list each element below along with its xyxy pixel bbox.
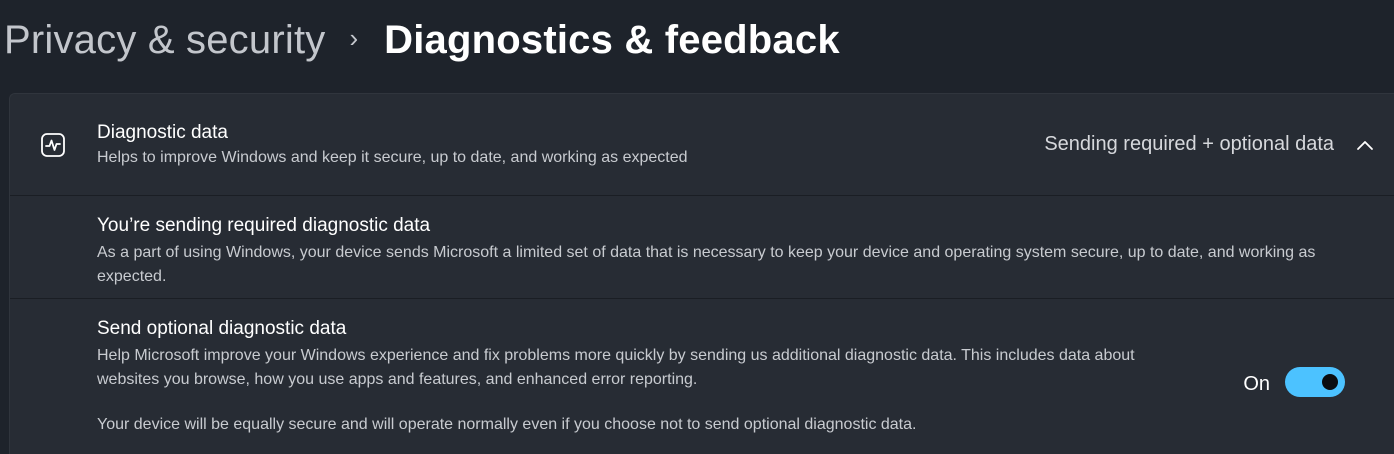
required-data-description: As a part of using Windows, your device … (97, 244, 1316, 285)
breadcrumb-separator-icon: › (349, 22, 359, 53)
optional-data-title: Send optional diagnostic data (97, 318, 347, 339)
optional-data-section: Send optional diagnostic data Help Micro… (10, 300, 1394, 454)
diagnostic-data-card: Diagnostic data Helps to improve Windows… (9, 93, 1394, 454)
required-data-title: You’re sending required diagnostic data (97, 215, 431, 236)
diagnostic-data-expander[interactable]: Diagnostic data Helps to improve Windows… (10, 94, 1394, 196)
diagnostic-data-status: Sending required + optional data (1044, 133, 1334, 155)
breadcrumb: Privacy & security › Diagnostics & feedb… (4, 12, 840, 68)
diagnostic-data-title: Diagnostic data (97, 122, 228, 143)
chevron-up-icon[interactable] (1355, 135, 1375, 155)
diagnostic-data-description: Helps to improve Windows and keep it sec… (97, 149, 688, 166)
toggle-knob (1322, 374, 1338, 390)
page-title: Diagnostics & feedback (384, 17, 840, 62)
optional-data-toggle-label: On (1243, 373, 1270, 395)
breadcrumb-parent-link[interactable]: Privacy & security (4, 18, 325, 63)
settings-page: Privacy & security › Diagnostics & feedb… (0, 0, 1394, 454)
activity-pulse-icon (41, 133, 65, 157)
required-data-section: You’re sending required diagnostic data … (10, 197, 1394, 299)
optional-data-note: Your device will be equally secure and w… (97, 416, 917, 433)
optional-data-description: Help Microsoft improve your Windows expe… (97, 347, 1135, 388)
optional-data-toggle[interactable] (1285, 367, 1345, 397)
